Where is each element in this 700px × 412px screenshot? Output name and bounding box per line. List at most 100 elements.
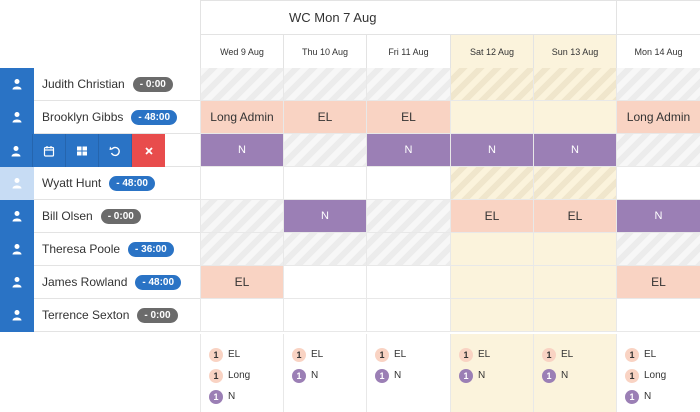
shift-cell[interactable]: EL — [616, 266, 700, 299]
empty-cell[interactable] — [450, 167, 533, 200]
shift-label: N — [571, 144, 579, 156]
delete-button[interactable] — [132, 134, 165, 167]
staff-row[interactable]: Brooklyn Gibbs - 48:00 — [0, 100, 200, 134]
empty-cell[interactable] — [616, 134, 700, 167]
empty-cell[interactable] — [616, 299, 700, 332]
day-summary: 1 EL 1 Long 1 N — [200, 334, 283, 412]
shift-label: EL — [317, 110, 333, 124]
empty-cell[interactable] — [450, 266, 533, 299]
shift-cell[interactable]: EL — [366, 101, 450, 134]
day-summary: 1 EL 1 N — [450, 334, 533, 412]
empty-cell[interactable] — [450, 101, 533, 134]
empty-cell[interactable] — [283, 68, 366, 101]
shift-cell[interactable]: N — [616, 200, 700, 233]
day-header: Fri 11 Aug — [366, 34, 450, 68]
person-icon — [11, 78, 23, 90]
empty-cell[interactable] — [283, 167, 366, 200]
avatar[interactable] — [0, 100, 34, 134]
empty-cell[interactable] — [616, 233, 700, 266]
staff-row[interactable]: Wyatt Hunt - 48:00 — [0, 166, 200, 200]
hours-badge: - 48:00 — [109, 175, 155, 191]
empty-cell[interactable] — [366, 68, 450, 101]
shift-label: N — [238, 144, 246, 156]
empty-cell[interactable] — [616, 167, 700, 200]
avatar[interactable] — [0, 199, 34, 233]
count-badge: 1 — [542, 368, 556, 383]
empty-cell[interactable] — [366, 200, 450, 233]
day-summary: 1 EL 1 N — [533, 334, 616, 412]
day-summary: 1 EL 1 N — [283, 334, 366, 412]
shift-cell[interactable]: N — [450, 134, 533, 167]
shift-cell[interactable]: Long Admin — [616, 101, 700, 134]
empty-cell[interactable] — [366, 266, 450, 299]
person-icon — [11, 111, 23, 123]
empty-cell[interactable] — [366, 299, 450, 332]
empty-cell[interactable] — [450, 233, 533, 266]
empty-cell[interactable] — [283, 266, 366, 299]
empty-cell[interactable] — [200, 167, 283, 200]
grid-view-button[interactable] — [66, 134, 99, 167]
avatar[interactable] — [0, 67, 34, 101]
calendar-button[interactable] — [33, 134, 66, 167]
avatar[interactable] — [0, 298, 34, 332]
shift-cell[interactable]: EL — [533, 200, 616, 233]
avatar[interactable] — [0, 232, 34, 266]
week-title-next — [616, 0, 700, 34]
shift-label: EL — [234, 275, 250, 289]
shift-cell[interactable]: N — [200, 134, 283, 167]
day-header-row: Wed 9 Aug Thu 10 Aug Fri 11 Aug Sat 12 Aug S… — [200, 34, 700, 68]
avatar[interactable] — [0, 166, 34, 200]
shift-label: EL — [484, 209, 500, 223]
staff-name: Wyatt Hunt — [42, 176, 102, 190]
staff-row[interactable]: Terrence Sexton - 0:00 — [0, 298, 200, 332]
staff-row[interactable]: Theresa Poole - 36:00 — [0, 232, 200, 266]
shift-cell[interactable]: N — [283, 200, 366, 233]
empty-cell[interactable] — [533, 68, 616, 101]
count-badge: 1 — [625, 389, 639, 404]
staff-row[interactable]: Bill Olsen - 0:00 — [0, 199, 200, 233]
empty-cell[interactable] — [283, 134, 366, 167]
empty-cell[interactable] — [200, 68, 283, 101]
empty-cell[interactable] — [533, 101, 616, 134]
undo-button[interactable] — [99, 134, 132, 167]
summary-label: EL — [394, 349, 407, 360]
empty-cell[interactable] — [200, 233, 283, 266]
shift-cell[interactable]: N — [533, 134, 616, 167]
empty-cell[interactable] — [366, 233, 450, 266]
staff-row[interactable]: James Rowland - 48:00 — [0, 265, 200, 299]
staff-row[interactable]: Judith Christian - 0:00 — [0, 67, 200, 101]
empty-cell[interactable] — [533, 266, 616, 299]
shift-cell[interactable]: EL — [200, 266, 283, 299]
profile-button[interactable] — [0, 134, 33, 167]
undo-icon — [109, 145, 121, 157]
empty-cell[interactable] — [533, 299, 616, 332]
summary-label: N — [644, 391, 652, 402]
empty-cell[interactable] — [533, 167, 616, 200]
summary-label: Long — [644, 370, 667, 381]
summary-label: N — [394, 370, 402, 381]
count-badge: 1 — [209, 368, 223, 383]
empty-cell[interactable] — [200, 299, 283, 332]
shift-cell[interactable]: Long Admin — [200, 101, 283, 134]
empty-cell[interactable] — [283, 299, 366, 332]
empty-cell[interactable] — [283, 233, 366, 266]
empty-cell[interactable] — [533, 233, 616, 266]
summary-label: EL — [311, 349, 324, 360]
close-icon — [143, 145, 155, 157]
count-badge: 1 — [542, 347, 556, 362]
empty-cell[interactable] — [616, 68, 700, 101]
hours-badge: - 0:00 — [137, 307, 178, 323]
summary-label: N — [478, 370, 486, 381]
shift-cell[interactable]: EL — [283, 101, 366, 134]
shift-cell[interactable]: N — [366, 134, 450, 167]
empty-cell[interactable] — [450, 299, 533, 332]
summary-label: EL — [644, 349, 657, 360]
person-icon — [11, 309, 23, 321]
calendar-icon — [43, 145, 55, 157]
summary-line: 1N — [459, 365, 533, 386]
empty-cell[interactable] — [200, 200, 283, 233]
shift-cell[interactable]: EL — [450, 200, 533, 233]
avatar[interactable] — [0, 265, 34, 299]
empty-cell[interactable] — [366, 167, 450, 200]
empty-cell[interactable] — [450, 68, 533, 101]
